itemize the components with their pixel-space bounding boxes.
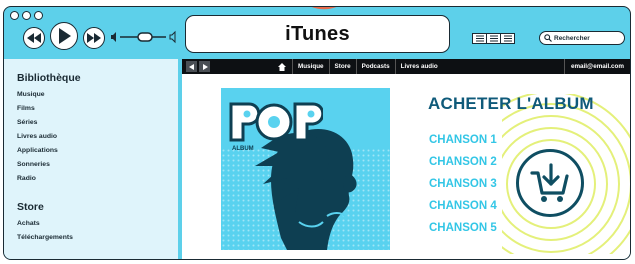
next-button[interactable] [83,27,105,49]
back-button[interactable] [186,61,197,72]
zoom-window-button[interactable] [34,11,43,20]
sidebar-item-musique[interactable]: Musique [17,91,45,98]
library-heading: Bibliothèque [17,72,81,84]
nav-link-musique[interactable]: Musique [292,59,329,74]
next-icon [87,33,101,43]
store-heading: Store [17,201,44,213]
list-view-button[interactable] [473,34,487,43]
sidebar-item-sonneries[interactable]: Sonneries [17,161,50,168]
now-playing-display: iTunes [185,15,450,53]
forward-button[interactable] [199,61,210,72]
album-cover[interactable]: ALBUM [221,88,390,250]
grid-view-icon [489,37,498,40]
forward-icon [202,63,208,70]
track-4[interactable]: CHANSON 4 [429,200,497,212]
nav-link-livres-audio[interactable]: Livres audio [394,59,443,74]
track-1[interactable]: CHANSON 1 [429,134,497,146]
coverflow-view-button[interactable] [501,34,514,43]
volume-knob[interactable] [137,32,153,42]
cover-subtitle: ALBUM [232,146,254,152]
list-view-icon [475,37,484,40]
play-button[interactable] [50,22,78,50]
account-email[interactable]: email@email.com [563,59,630,74]
track-5[interactable]: CHANSON 5 [429,222,497,234]
sidebar-item-achats[interactable]: Achats [17,220,40,227]
app-title: iTunes [285,22,350,45]
coverflow-view-icon [503,37,512,40]
sidebar-item-series[interactable]: Séries [17,119,37,126]
sidebar-item-applications[interactable]: Applications [17,147,58,154]
decorative-arc [311,7,337,10]
home-icon [278,62,286,71]
close-window-button[interactable] [10,11,19,20]
sidebar-item-livres-audio[interactable]: Livres audio [17,133,57,140]
grid-view-button[interactable] [487,34,501,43]
play-icon [59,28,71,44]
buy-album-heading: ACHETER L'ALBUM [428,94,594,113]
back-icon [188,63,194,70]
sidebar-item-radio[interactable]: Radio [17,175,36,182]
speaker-low-icon [111,32,116,42]
previous-icon [27,33,41,43]
previous-button[interactable] [23,27,45,49]
cover-title-art [229,102,323,142]
window-controls [10,11,43,20]
nav-link-store[interactable]: Store [328,59,356,74]
speaker-high-icon [169,30,176,44]
buy-album-button[interactable] [516,149,584,217]
sidebar-item-telechargements[interactable]: Téléchargements [17,234,73,241]
view-switcher [472,33,515,44]
store-navbar: Musique Store Podcasts Livres audio emai… [182,59,630,74]
search-field[interactable]: Rechercher [539,31,625,45]
search-icon [544,34,552,42]
home-button[interactable] [272,62,292,71]
itunes-window: iTunes Rechercher Bibliothèque Musique F… [3,6,631,260]
sidebar: Bibliothèque Musique Films Séries Livres… [4,59,178,259]
volume-slider[interactable] [110,29,180,45]
minimize-window-button[interactable] [22,11,31,20]
search-placeholder: Rechercher [554,34,590,42]
sidebar-item-films[interactable]: Films [17,105,35,112]
store-content: ALBUM ACHETER L'ALBUM CHANSON 1 CHANSON … [182,74,630,259]
nav-link-podcasts[interactable]: Podcasts [355,59,395,74]
download-cart-icon [530,163,569,202]
track-2[interactable]: CHANSON 2 [429,156,497,168]
track-3[interactable]: CHANSON 3 [429,178,497,190]
